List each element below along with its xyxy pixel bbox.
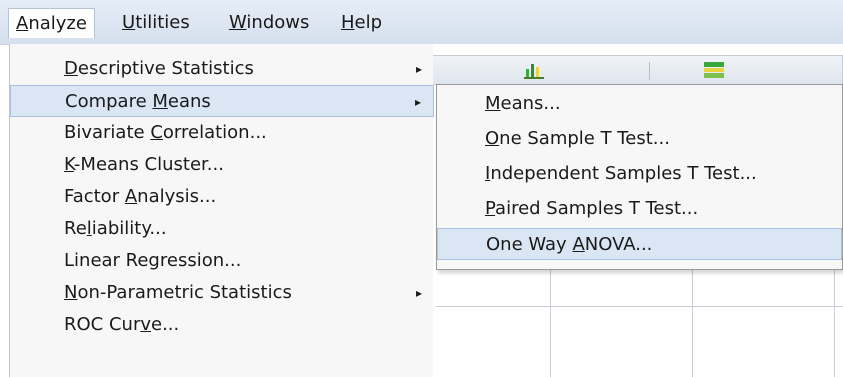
item-text: ROC Cur (64, 314, 141, 335)
grid-line (834, 270, 835, 377)
item-text: NOVA... (584, 234, 653, 255)
item-text: Re (64, 218, 87, 239)
item-text: escriptive Statistics (77, 58, 254, 79)
menu-bar: Analyze Utilities Windows Help (0, 0, 843, 45)
chart-icon[interactable] (524, 61, 544, 79)
item-key: D (64, 58, 78, 79)
item-text: on-Parametric Statistics (77, 282, 292, 303)
grid-line (692, 270, 693, 377)
menu-item-reliability[interactable]: Reliability... (10, 213, 434, 245)
menu-item-linear-regression[interactable]: Linear Regression... (10, 245, 434, 277)
submenu-item-means[interactable]: Means... (437, 88, 842, 120)
item-text: aired Samples T Test... (495, 198, 699, 219)
menu-help-key: H (341, 12, 355, 33)
submenu-arrow-icon: ▸ (415, 286, 422, 300)
menu-item-bivariate-correlation[interactable]: Bivariate Correlation... (10, 117, 434, 149)
item-key: O (485, 128, 500, 149)
item-text: eans (167, 91, 211, 112)
menu-item-kmeans-cluster[interactable]: K-Means Cluster... (10, 149, 434, 181)
item-text: eans... (500, 93, 561, 114)
compare-means-submenu: Means... One Sample T Test... Independen… (436, 84, 843, 270)
item-text: e... (151, 314, 180, 335)
grid-toolbar (413, 55, 843, 85)
menu-item-factor-analysis[interactable]: Factor Analysis... (10, 181, 434, 213)
item-text: One Way (486, 234, 573, 255)
item-key: P (485, 198, 496, 219)
menu-help-label: elp (354, 12, 383, 33)
submenu-arrow-icon: ▸ (415, 62, 422, 76)
analyze-menu: Descriptive Statistics ▸ Compare Means ▸ B… (9, 44, 434, 377)
item-text: Factor (64, 186, 125, 207)
menu-item-compare-means[interactable]: Compare Means ▸ (10, 85, 434, 117)
submenu-item-one-way-anova[interactable]: One Way ANOVA... (437, 228, 842, 260)
submenu-item-one-sample-t-test[interactable]: One Sample T Test... (437, 123, 842, 155)
item-text: Linear Regression... (64, 250, 242, 271)
item-text: Bivariate (64, 122, 151, 143)
menu-utilities-key: U (122, 12, 136, 33)
item-text: nalysis... (137, 186, 217, 207)
submenu-item-independent-samples-t-test[interactable]: Independent Samples T Test... (437, 158, 842, 190)
menu-help[interactable]: Help (334, 8, 389, 38)
item-key: M (152, 91, 168, 112)
menu-item-descriptive-statistics[interactable]: Descriptive Statistics ▸ (10, 53, 434, 85)
item-text: orrelation... (162, 122, 267, 143)
toolbar-separator (649, 62, 650, 80)
item-text: Compare (65, 91, 153, 112)
menu-windows[interactable]: Windows (222, 8, 316, 38)
menu-utilities[interactable]: Utilities (115, 8, 197, 38)
item-key: K (64, 154, 74, 175)
grid-line (436, 306, 843, 307)
menu-analyze-label: nalyze (28, 13, 87, 34)
item-text: ndependent Samples T Test... (490, 163, 757, 184)
menu-item-non-parametric-statistics[interactable]: Non-Parametric Statistics ▸ (10, 277, 434, 309)
item-key: A (124, 186, 138, 207)
item-text: ne Sample T Test... (499, 128, 670, 149)
item-key: M (485, 93, 501, 114)
menu-item-roc-curve[interactable]: ROC Curve... (10, 309, 434, 341)
item-key: v (140, 314, 151, 335)
grid-line (550, 270, 551, 377)
item-text: -Means Cluster... (73, 154, 224, 175)
item-key: A (572, 234, 585, 255)
item-text: iability... (91, 218, 167, 239)
item-key: C (150, 122, 163, 143)
submenu-item-paired-samples-t-test[interactable]: Paired Samples T Test... (437, 193, 842, 225)
menu-windows-key: W (229, 12, 247, 33)
menu-windows-label: indows (246, 12, 310, 33)
table-icon[interactable] (704, 61, 724, 79)
menu-utilities-label: tilities (135, 12, 190, 33)
menu-analyze[interactable]: Analyze (8, 8, 95, 38)
submenu-arrow-icon: ▸ (414, 95, 421, 109)
menu-analyze-key: A (16, 13, 29, 34)
item-key: N (64, 282, 78, 303)
